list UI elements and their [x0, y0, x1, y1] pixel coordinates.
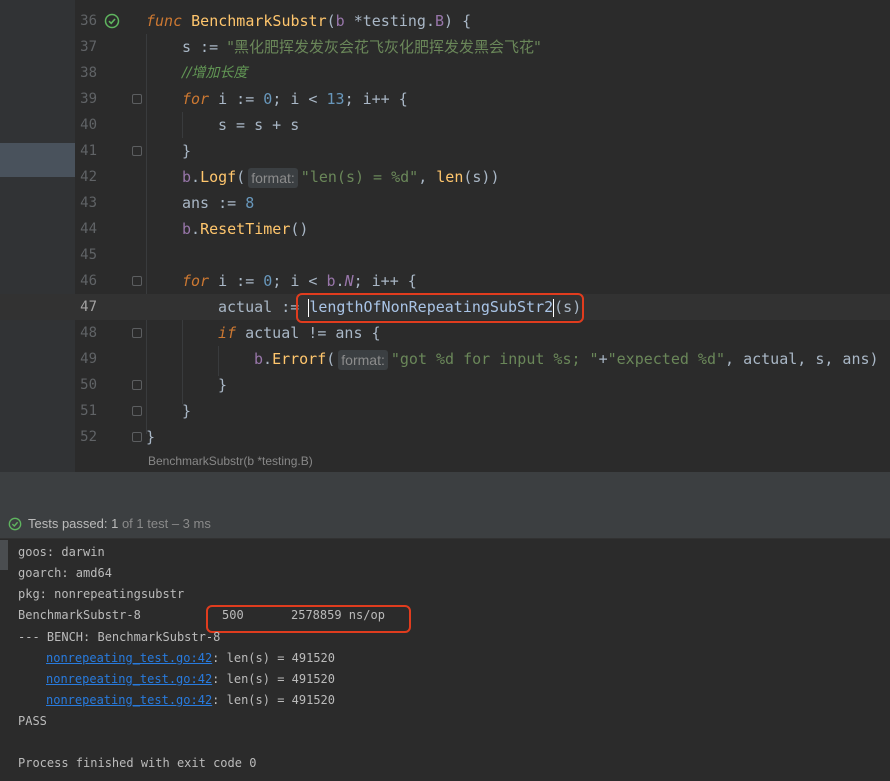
parameter-hint: format:: [248, 167, 298, 188]
code-text: }: [146, 428, 156, 446]
line-number: 47: [80, 299, 97, 315]
console-line: goarch: amd64: [18, 566, 112, 580]
console-line: --- BENCH: BenchmarkSubstr-8: [18, 630, 221, 644]
console-pass: PASS: [18, 714, 47, 728]
breadcrumb[interactable]: BenchmarkSubstr(b *testing.B): [148, 454, 313, 468]
code-text: func BenchmarkSubstr(b *testing.B) {: [146, 12, 472, 30]
code-line-48[interactable]: 48 if actual != ans {: [0, 320, 890, 346]
test-status-bar: Tests passed: 1 of 1 test – 3 ms: [0, 510, 890, 539]
line-number: 42: [80, 169, 97, 185]
code-text: s := "黑化肥挥发发灰会花飞灰化肥挥发发黑会飞花": [182, 38, 541, 56]
code-text: ans := 8: [182, 194, 255, 212]
console-log-entry: nonrepeating_test.go:42: len(s) = 491520: [46, 693, 335, 707]
code-line-41[interactable]: 41 }: [0, 138, 890, 164]
code-line-44[interactable]: 44 b.ResetTimer(): [0, 216, 890, 242]
console-exit: Process finished with exit code 0: [18, 756, 257, 770]
source-link[interactable]: nonrepeating_test.go:42: [46, 651, 212, 665]
console-line: goos: darwin: [18, 545, 105, 559]
code-line-40[interactable]: 40 s = s + s: [0, 112, 890, 138]
code-line-38[interactable]: 38 //增加长度: [0, 60, 890, 86]
code-line-51[interactable]: 51 }: [0, 398, 890, 424]
code-line-50[interactable]: 50 }: [0, 372, 890, 398]
line-number: 50: [80, 377, 97, 393]
source-link[interactable]: nonrepeating_test.go:42: [46, 693, 212, 707]
console-scroll-marker[interactable]: [0, 540, 8, 570]
code-line-49[interactable]: 49 b.Errorf(format: "got %d for input %s;…: [0, 346, 890, 372]
test-status-text: Tests passed: 1 of 1 test – 3 ms: [28, 516, 211, 531]
code-text: if actual != ans {: [218, 324, 381, 342]
line-number: 39: [80, 91, 97, 107]
code-text: b.Errorf(format: "got %d for input %s; "+…: [254, 349, 879, 370]
line-number: 37: [80, 39, 97, 55]
source-link[interactable]: nonrepeating_test.go:42: [46, 672, 212, 686]
code-comment: //增加长度: [182, 65, 248, 81]
line-number: 36: [80, 13, 97, 29]
code-text: }: [218, 376, 228, 394]
line-number: 40: [80, 117, 97, 133]
code-line-45[interactable]: 45: [0, 242, 890, 268]
line-number: 48: [80, 325, 97, 341]
parameter-hint: format:: [338, 349, 388, 370]
line-number: 46: [80, 273, 97, 289]
line-number: 45: [80, 247, 97, 263]
code-text: for i := 0; i < b.N; i++ {: [182, 272, 417, 290]
console-bench-line: BenchmarkSubstr-8: [18, 608, 141, 622]
code-text: b.ResetTimer(): [182, 220, 309, 238]
line-number: 44: [80, 221, 97, 237]
code-line-52[interactable]: 52 }: [0, 424, 890, 450]
code-text: s = s + s: [218, 116, 300, 134]
check-icon: [8, 517, 22, 531]
line-number: 49: [80, 351, 97, 367]
code-line-42[interactable]: 42 b.Logf(format: "len(s) = %d", len(s)): [0, 164, 890, 190]
code-line-36[interactable]: 36 func BenchmarkSubstr(b *testing.B) {: [0, 8, 890, 34]
annotation-box-bench-result: [206, 605, 411, 633]
code-line-39[interactable]: 39 for i := 0; i < 13; i++ {: [0, 86, 890, 112]
console-line: pkg: nonrepeatingsubstr: [18, 587, 185, 601]
code-editor[interactable]: 36 func BenchmarkSubstr(b *testing.B) { …: [0, 0, 890, 472]
code-text: b.Logf(format: "len(s) = %d", len(s)): [182, 167, 500, 188]
line-number: 52: [80, 429, 97, 445]
run-panel: [0, 510, 890, 781]
panel-separator: [0, 472, 890, 510]
code-line-37[interactable]: 37 s := "黑化肥挥发发灰会花飞灰化肥挥发发黑会飞花": [0, 34, 890, 60]
code-line-43[interactable]: 43 ans := 8: [0, 190, 890, 216]
code-line-46[interactable]: 46 for i := 0; i < b.N; i++ {: [0, 268, 890, 294]
code-text: }: [182, 402, 192, 420]
line-number: 43: [80, 195, 97, 211]
console-log-entry: nonrepeating_test.go:42: len(s) = 491520: [46, 651, 335, 665]
line-number: 51: [80, 403, 97, 419]
code-text: for i := 0; i < 13; i++ {: [182, 90, 408, 108]
line-number: 41: [80, 143, 97, 159]
code-text: }: [182, 142, 192, 160]
line-number: 38: [80, 65, 97, 81]
console-log-entry: nonrepeating_test.go:42: len(s) = 491520: [46, 672, 335, 686]
annotation-box-function-call: [296, 293, 584, 323]
